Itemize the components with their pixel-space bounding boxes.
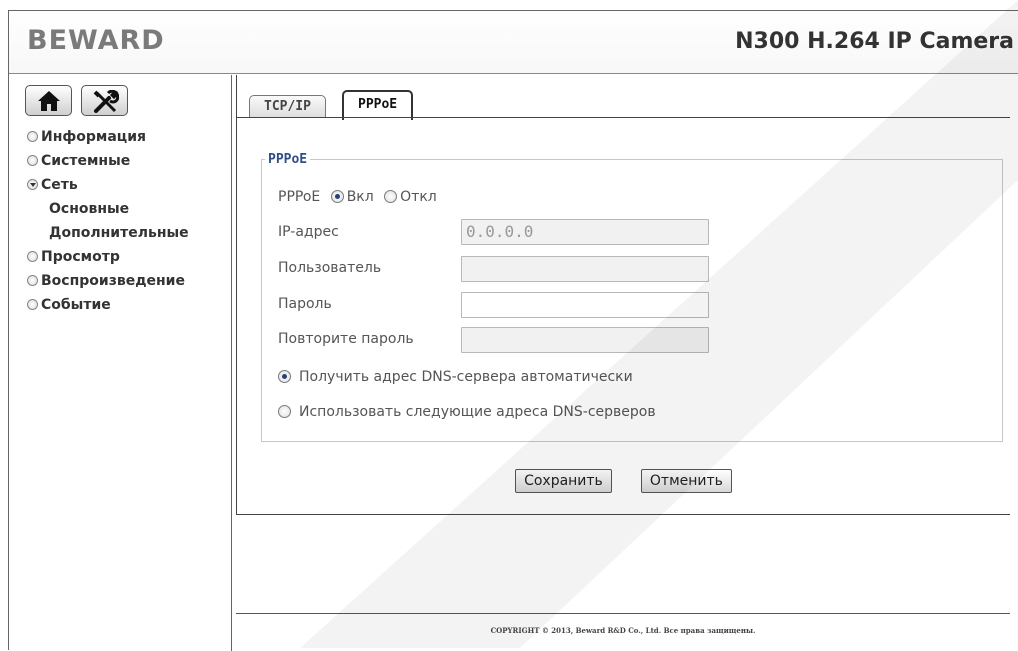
pppoe-legend: PPPoE: [268, 152, 308, 167]
pppoe-off-label: Откл: [400, 189, 437, 205]
save-button[interactable]: Сохранить: [515, 469, 612, 493]
ip-label: IP-адрес: [278, 224, 339, 240]
beward-logo: BEWARD: [27, 25, 165, 56]
sidebar-item-playback[interactable]: Воспроизведение: [27, 269, 227, 293]
home-icon: [38, 91, 60, 111]
sidebar-item-system[interactable]: Системные: [27, 149, 227, 173]
tools-icon: [93, 90, 120, 113]
tab-divider: [237, 117, 1010, 118]
dns-auto-radio[interactable]: [278, 370, 291, 383]
footer-divider: [236, 613, 1010, 614]
repeat-password-field[interactable]: [461, 327, 709, 353]
sidebar-item-label: Просмотр: [41, 249, 120, 265]
sidebar-item-info[interactable]: Информация: [27, 125, 227, 149]
bullet-icon: [27, 299, 38, 310]
bullet-icon: [27, 251, 38, 262]
dns-auto-label: Получить адрес DNS-сервера автоматически: [299, 369, 633, 385]
user-label: Пользователь: [278, 260, 382, 276]
home-button[interactable]: [25, 85, 72, 116]
bullet-icon: [27, 275, 38, 286]
main-panel: TCP/IP PPPoE PPPoE PPPoE Вкл Откл IP-адр…: [236, 75, 1010, 515]
sidebar-item-label: Воспроизведение: [41, 273, 185, 289]
sidebar-subitem-basic[interactable]: Основные: [27, 197, 227, 221]
settings-button[interactable]: [81, 85, 129, 116]
user-field[interactable]: [461, 256, 709, 282]
repeat-password-label: Повторите пароль: [278, 331, 414, 347]
sidebar-item-label: Информация: [41, 129, 146, 145]
tab-pppoe[interactable]: PPPoE: [342, 90, 414, 120]
footer-copyright: COPYRIGHT © 2013, Beward R&D Co., Ltd. В…: [490, 626, 756, 635]
bullet-icon: [27, 155, 38, 166]
dns-manual-label: Использовать следующие адреса DNS-сервер…: [299, 404, 656, 420]
cancel-button[interactable]: Отменить: [640, 469, 732, 493]
sidebar-nav: Информация Системные Сеть Основные Допол…: [27, 125, 227, 317]
bullet-icon: [27, 131, 38, 142]
pppoe-fieldset: PPPoE PPPoE Вкл Откл IP-адрес 0.0.0.0 По…: [261, 152, 1003, 442]
sidebar-item-network[interactable]: Сеть: [27, 173, 227, 197]
dns-auto-row: Получить адрес DNS-сервера автоматически: [278, 369, 639, 385]
form-actions: Сохранить Отменить: [237, 469, 1010, 493]
dns-manual-radio[interactable]: [278, 405, 291, 418]
pppoe-toggle-row: PPPoE Вкл Откл: [278, 189, 443, 205]
sidebar-item-event[interactable]: Событие: [27, 293, 227, 317]
pppoe-label: PPPoE: [278, 189, 321, 205]
product-title: N300 H.264 IP Camera: [735, 29, 1014, 54]
icon-toolbar: [25, 85, 132, 120]
sidebar-item-view[interactable]: Просмотр: [27, 245, 227, 269]
dns-manual-row: Использовать следующие адреса DNS-сервер…: [278, 404, 662, 420]
sidebar-item-label: Сеть: [41, 177, 78, 193]
expanded-bullet-icon: [27, 179, 38, 190]
sidebar-item-label: Событие: [41, 297, 111, 313]
header: BEWARD N300 H.264 IP Camera: [9, 11, 1018, 74]
sidebar-item-label: Системные: [41, 153, 131, 169]
sidebar-subitem-advanced[interactable]: Дополнительные: [27, 221, 227, 245]
pppoe-on-label: Вкл: [346, 189, 374, 205]
pppoe-on-radio[interactable]: [330, 190, 344, 203]
tab-tcpip[interactable]: TCP/IP: [249, 95, 326, 118]
password-label: Пароль: [278, 296, 332, 312]
pppoe-off-radio[interactable]: [384, 190, 398, 203]
ip-address-field[interactable]: 0.0.0.0: [461, 219, 709, 245]
password-field[interactable]: [461, 292, 709, 318]
sidebar: Информация Системные Сеть Основные Допол…: [9, 75, 232, 651]
